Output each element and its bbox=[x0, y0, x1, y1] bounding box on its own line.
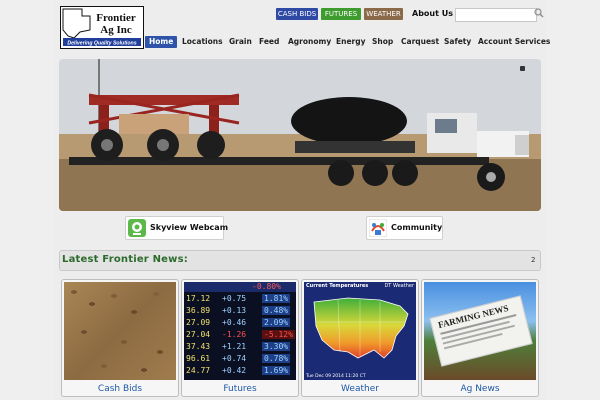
ticker-cell: 27.04 bbox=[186, 330, 211, 339]
nav-agronomy[interactable]: Agronomy bbox=[288, 36, 331, 48]
weather-map-timestamp: Tue Dec 09 2014 11:20 CT bbox=[306, 374, 366, 379]
ticker-cell: +0.74 bbox=[222, 354, 247, 363]
tile-caption-weather: Weather bbox=[341, 384, 379, 394]
nav-account-services[interactable]: Account Services bbox=[478, 36, 550, 48]
nav-home[interactable]: Home bbox=[145, 36, 178, 48]
ticker-cell: 27.09 bbox=[186, 318, 211, 327]
ticker-cell: +0.46 bbox=[222, 318, 247, 327]
nav-grain[interactable]: Grain bbox=[229, 36, 252, 48]
nav-locations[interactable]: Locations bbox=[182, 36, 223, 48]
latest-news-title: Latest Frontier News: bbox=[62, 254, 188, 265]
community-label: Community bbox=[391, 223, 443, 232]
stock-ticker-image: -0.80% 17.12 +0.75 1.81% 36.89 +0.13 0.48% 27.… bbox=[184, 282, 296, 380]
ticker-cell: -5.12% bbox=[262, 330, 295, 339]
ticker-cell: -1.26 bbox=[222, 330, 247, 339]
tile-cash-bids[interactable]: Cash Bids bbox=[61, 279, 179, 397]
tile-ag-news[interactable]: FARMING NEWS Ag News bbox=[421, 279, 539, 397]
ticker-cell: +0.42 bbox=[222, 366, 247, 375]
ticker-cell: 0.78% bbox=[262, 354, 291, 363]
ticker-cell: 37.43 bbox=[186, 342, 211, 351]
ticker-cell: 3.30% bbox=[262, 342, 291, 351]
nav-feed[interactable]: Feed bbox=[259, 36, 279, 48]
ticker-cell: 17.12 bbox=[186, 294, 211, 303]
tile-weather[interactable]: Current Temperatures DT Weather Tue Dec … bbox=[301, 279, 419, 397]
tile-caption-futures: Futures bbox=[223, 384, 257, 394]
us-map-svg bbox=[313, 297, 409, 359]
ticker-cell: 96.61 bbox=[186, 354, 211, 363]
community-link[interactable]: Community bbox=[366, 216, 443, 240]
hero-slideshow[interactable] bbox=[59, 59, 541, 211]
weather-map-brand: DT Weather bbox=[384, 283, 414, 289]
logo-line2: Ag Inc bbox=[100, 24, 132, 36]
futures-button[interactable]: FUTURES bbox=[321, 8, 361, 20]
latest-news-count: 2 bbox=[531, 256, 536, 264]
skyview-webcam-link[interactable]: Skyview Webcam bbox=[125, 216, 228, 240]
ticker-cell: 2.09% bbox=[262, 318, 291, 327]
ticker-top-row: -0.80% bbox=[252, 282, 281, 291]
tile-futures[interactable]: -0.80% 17.12 +0.75 1.81% 36.89 +0.13 0.48% 27.… bbox=[181, 279, 299, 397]
background-stripe-left bbox=[0, 0, 60, 400]
logo-tagline: Delivering Quality Solutions bbox=[67, 40, 136, 46]
hero-truck-sprayer-image bbox=[59, 59, 541, 211]
ticker-cell: 36.89 bbox=[186, 306, 211, 315]
ticker-cell: 1.81% bbox=[262, 294, 291, 303]
search-input[interactable] bbox=[455, 8, 537, 22]
slideshow-pause-icon[interactable] bbox=[520, 66, 525, 71]
tile-caption-cash-bids: Cash Bids bbox=[97, 384, 143, 394]
skyview-webcam-label: Skyview Webcam bbox=[150, 223, 229, 232]
ticker-cell: +1.21 bbox=[222, 342, 247, 351]
frontier-ag-logo[interactable]: Frontier Ag Inc Delivering Quality Solut… bbox=[60, 6, 144, 49]
ticker-cell: +0.13 bbox=[222, 306, 247, 315]
nav-carquest[interactable]: Carquest bbox=[401, 36, 439, 48]
search-icon[interactable] bbox=[534, 7, 544, 19]
about-us-link[interactable]: About Us bbox=[412, 9, 453, 18]
nav-safety[interactable]: Safety bbox=[444, 36, 471, 48]
nav-energy[interactable]: Energy bbox=[336, 36, 366, 48]
ticker-cell: 24.77 bbox=[186, 366, 211, 375]
cash-bids-button[interactable]: CASH BIDS bbox=[276, 8, 318, 20]
logo-line1: Frontier bbox=[96, 12, 136, 24]
webcam-icon bbox=[128, 219, 146, 237]
farming-news-paper-image: FARMING NEWS bbox=[424, 282, 536, 380]
tile-caption-ag-news: Ag News bbox=[460, 384, 500, 394]
ticker-cell: 0.48% bbox=[262, 306, 291, 315]
nav-shop[interactable]: Shop bbox=[372, 36, 393, 48]
background-stripe-right bbox=[540, 0, 600, 400]
us-temperature-map-image: Current Temperatures DT Weather Tue Dec … bbox=[304, 282, 416, 380]
weather-map-title: Current Temperatures bbox=[306, 283, 369, 289]
grain-kernels-image bbox=[64, 282, 176, 380]
ticker-cell: +0.75 bbox=[222, 294, 247, 303]
community-icon bbox=[369, 219, 387, 237]
ticker-cell: 1.69% bbox=[262, 366, 291, 375]
weather-button[interactable]: WEATHER bbox=[364, 8, 403, 20]
